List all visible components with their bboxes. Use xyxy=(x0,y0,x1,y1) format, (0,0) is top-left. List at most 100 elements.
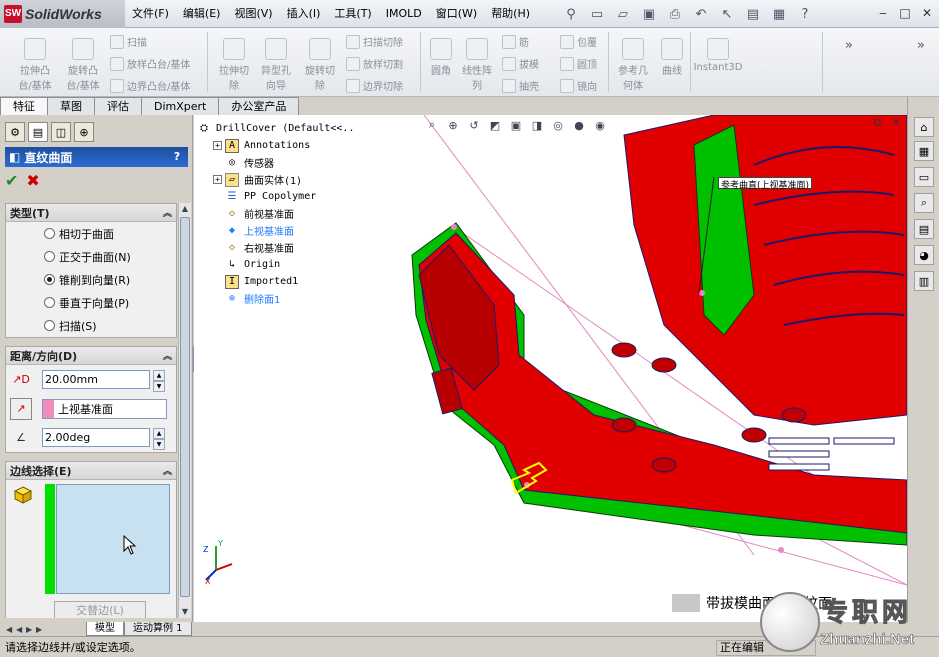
maximize-icon[interactable]: □ xyxy=(897,4,913,22)
menu-imold[interactable]: IMOLD xyxy=(379,0,429,28)
tab-sketch[interactable]: 草图 xyxy=(47,97,95,115)
curves-button[interactable]: 曲线 xyxy=(656,38,688,77)
expand-icon[interactable]: + xyxy=(213,141,222,150)
angle-spinner[interactable]: ▲ ▼ xyxy=(153,428,165,450)
prev-tab-icon[interactable]: ◀ xyxy=(16,625,26,634)
extrude-boss-button[interactable]: 拉伸凸 台/基体 xyxy=(14,38,56,92)
collapse-icon[interactable]: ︽ xyxy=(163,206,172,219)
undo-icon[interactable]: ↶ xyxy=(690,3,712,25)
shell-button[interactable]: 抽壳 xyxy=(502,78,539,93)
tree-item[interactable]: ◇ 右视基准面 xyxy=(197,239,354,256)
tree-item[interactable]: ↳ Origin xyxy=(197,256,354,273)
linear-pattern-button[interactable]: 线性阵 列 xyxy=(458,38,496,92)
scroll-down-icon[interactable]: ▼ xyxy=(179,606,191,618)
view-palette-icon[interactable]: ▤ xyxy=(914,219,934,239)
dome-button[interactable]: 圆顶 xyxy=(560,56,597,71)
feature-manager-icon[interactable]: ⚙ xyxy=(5,122,25,142)
tree-item-selected[interactable]: ⊗ 删除面1 xyxy=(197,290,354,307)
menu-help[interactable]: 帮助(H) xyxy=(484,0,537,28)
draft-button[interactable]: 拔模 xyxy=(502,56,539,71)
section-view-icon[interactable]: ◩ xyxy=(487,117,503,133)
rib-button[interactable]: 筋 xyxy=(502,34,529,49)
pin-icon[interactable]: ⚲ xyxy=(560,3,582,25)
tree-root[interactable]: ⛭ DrillCover (Default<<.. xyxy=(197,120,354,137)
tab-motion-study[interactable]: 运动算例 1 xyxy=(124,622,192,636)
menu-view[interactable]: 视图(V) xyxy=(227,0,279,28)
menu-window[interactable]: 窗口(W) xyxy=(429,0,484,28)
swept-cut-button[interactable]: 扫描切除 xyxy=(346,34,403,49)
restore-icon[interactable]: ⧉ xyxy=(874,116,882,130)
rebuild-icon[interactable]: ▤ xyxy=(742,3,764,25)
wrap-button[interactable]: 包覆 xyxy=(560,34,597,49)
instant3d-button[interactable]: Instant3D xyxy=(694,38,742,73)
distance-input[interactable] xyxy=(42,370,150,389)
reference-geometry-button[interactable]: 参考几 何体 xyxy=(613,38,653,92)
expand-icon[interactable]: + xyxy=(213,175,222,184)
ok-button[interactable]: ✔ xyxy=(5,171,18,190)
edge-group-header[interactable]: 边线选择(E) ︽ xyxy=(6,462,176,480)
tab-features[interactable]: 特征 xyxy=(0,97,48,115)
mirror-button[interactable]: 镜向 xyxy=(560,78,597,93)
scroll-thumb[interactable] xyxy=(180,217,190,597)
ribbon-expand-right-icon[interactable]: » xyxy=(910,34,932,56)
collapse-icon[interactable]: ︽ xyxy=(163,464,172,477)
ribbon-expand-icon[interactable]: » xyxy=(838,34,860,56)
zoom-to-fit-icon[interactable]: ⌕ xyxy=(424,117,440,133)
last-tab-icon[interactable]: ▶ xyxy=(36,625,46,634)
menu-file[interactable]: 文件(F) xyxy=(125,0,176,28)
save-icon[interactable]: ▣ xyxy=(638,3,660,25)
close-icon[interactable]: ✕ xyxy=(919,4,935,22)
hole-wizard-button[interactable]: 异型孔 向导 xyxy=(256,38,296,92)
radio-tangent-to-surface[interactable]: 相切于曲面 xyxy=(6,222,176,245)
close-document-icon[interactable]: ✕ xyxy=(892,116,901,130)
tab-office-products[interactable]: 办公室产品 xyxy=(218,97,300,115)
fillet-button[interactable]: 圆角 xyxy=(426,38,456,77)
tree-item[interactable]: ☰ PP Copolymer xyxy=(197,188,354,205)
custom-properties-icon[interactable]: ▥ xyxy=(914,271,934,291)
search-icon[interactable]: ⌕ xyxy=(914,193,934,213)
collapse-icon[interactable]: ︽ xyxy=(163,349,172,362)
configuration-manager-icon[interactable]: ◫ xyxy=(51,122,71,142)
distance-group-header[interactable]: 距离/方向(D) ︽ xyxy=(6,347,176,365)
menu-edit[interactable]: 编辑(E) xyxy=(176,0,228,28)
help-button[interactable]: ? xyxy=(170,149,184,163)
menu-insert[interactable]: 插入(I) xyxy=(280,0,328,28)
tree-item[interactable]: ◎ 传感器 xyxy=(197,154,354,171)
radio-tapered-to-vector[interactable]: 锥削到向量(R) xyxy=(6,268,176,291)
tab-dimxpert[interactable]: DimXpert xyxy=(141,97,220,115)
file-explorer-icon[interactable]: ▭ xyxy=(914,167,934,187)
appearance-icon[interactable]: ● xyxy=(571,117,587,133)
cancel-button[interactable]: ✖ xyxy=(26,171,39,190)
scene-icon[interactable]: ◉ xyxy=(592,117,608,133)
scroll-up-icon[interactable]: ▲ xyxy=(179,203,191,215)
reference-vector-field[interactable]: 上视基准面 xyxy=(42,398,167,419)
next-tab-icon[interactable]: ▶ xyxy=(26,625,36,634)
display-style-icon[interactable]: ◨ xyxy=(529,117,545,133)
distance-spinner[interactable]: ▲ ▼ xyxy=(153,370,165,392)
radio-sweep[interactable]: 扫描(S) xyxy=(6,314,176,337)
tree-item[interactable]: + A Annotations xyxy=(197,137,354,154)
lofted-cut-button[interactable]: 放样切割 xyxy=(346,56,403,71)
options-icon[interactable]: ▦ xyxy=(768,3,790,25)
property-manager-icon[interactable]: ▤ xyxy=(28,122,48,142)
loft-boss-button[interactable]: 放样凸台/基体 xyxy=(110,56,190,71)
tab-evaluate[interactable]: 评估 xyxy=(94,97,142,115)
revolve-boss-button[interactable]: 旋转凸 台/基体 xyxy=(62,38,104,92)
tree-item[interactable]: + ▱ 曲面实体(1) xyxy=(197,171,354,188)
alternate-face-button[interactable]: 交替边(L) xyxy=(54,601,146,618)
reference-callout[interactable]: 参考曲直(上视基准面) xyxy=(718,177,813,191)
graphics-area[interactable]: ⌕ ⊕ ↺ ◩ ▣ ◨ ◎ ● ◉ ⧉ ✕ ⛭ DrillCover (Defa… xyxy=(194,115,907,622)
view-orientation-icon[interactable]: ▣ xyxy=(508,117,524,133)
boundary-cut-button[interactable]: 边界切除 xyxy=(346,78,403,93)
new-document-icon[interactable]: ▭ xyxy=(586,3,608,25)
extrude-cut-button[interactable]: 拉伸切 除 xyxy=(214,38,254,92)
reverse-direction-icon[interactable]: ↗ xyxy=(10,397,32,420)
minimize-icon[interactable]: ‒ xyxy=(875,4,891,22)
tab-model[interactable]: 模型 xyxy=(86,622,124,636)
boundary-boss-button[interactable]: 边界凸台/基体 xyxy=(110,78,190,93)
select-icon[interactable]: ↖ xyxy=(716,3,738,25)
open-icon[interactable]: ▱ xyxy=(612,3,634,25)
app-logo[interactable]: SW SolidWorks xyxy=(0,0,125,28)
hide-show-icon[interactable]: ◎ xyxy=(550,117,566,133)
angle-input[interactable] xyxy=(42,428,150,447)
